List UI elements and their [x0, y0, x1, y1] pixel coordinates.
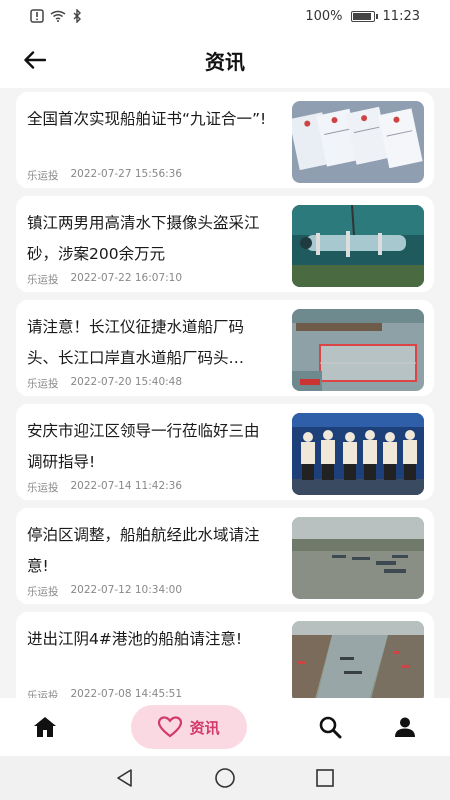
- user-icon: [394, 717, 415, 737]
- system-nav-bar: [0, 756, 450, 800]
- clock-time: 11:23: [382, 8, 420, 24]
- news-card[interactable]: 全国首次实现船舶证书“九证合一”! 乐运投 2022-07-27 15:56:3…: [16, 92, 434, 188]
- news-thumbnail-shipyard-dock: [292, 309, 424, 391]
- news-thumbnail-anchorage-river: [292, 517, 424, 599]
- wifi-icon: [50, 10, 66, 22]
- news-thumbnail-harbor-aerial: [292, 621, 424, 703]
- status-icons-left: [30, 9, 82, 23]
- back-button[interactable]: [18, 44, 52, 76]
- triangle-back-icon: [117, 769, 132, 787]
- page-title: 资讯: [205, 49, 245, 74]
- news-title: 全国首次实现船舶证书“九证合一”!: [27, 110, 267, 128]
- news-meta: 乐运投 2022-07-22 16:07:10: [27, 272, 182, 287]
- news-time: 2022-07-12 10:34:00: [70, 584, 183, 596]
- news-card[interactable]: 安庆市迎江区领导一行莅临好三由调研指导! 乐运投 2022-07-14 11:4…: [16, 404, 434, 500]
- news-card[interactable]: 停泊区调整，船舶航经此水域请注意! 乐运投 2022-07-12 10:34:0…: [16, 508, 434, 604]
- news-card[interactable]: 进出江阴4#港池的船舶请注意! 乐运投 2022-07-08 14:45:51: [16, 612, 434, 708]
- square-recents-icon: [316, 769, 334, 787]
- home-icon: [34, 717, 56, 737]
- bottom-nav: 资讯: [0, 698, 450, 756]
- nav-home[interactable]: [30, 712, 60, 742]
- bluetooth-icon: [73, 9, 81, 23]
- news-title: 停泊区调整，船舶航经此水域请注意!: [27, 526, 260, 575]
- news-source: 乐运投: [27, 586, 59, 598]
- nav-news-label: 资讯: [189, 718, 220, 737]
- arrow-left-icon: [24, 51, 46, 69]
- news-time: 2022-07-20 15:40:48: [70, 376, 183, 388]
- search-icon: [320, 716, 342, 739]
- news-thumbnail-certificates: [292, 101, 424, 183]
- news-source: 乐运投: [27, 482, 59, 494]
- status-bar: 100% 11:23: [0, 0, 450, 32]
- heart-icon: [157, 716, 182, 738]
- news-meta: 乐运投 2022-07-12 10:34:00: [27, 584, 182, 599]
- news-time: 2022-07-22 16:07:10: [70, 272, 183, 284]
- news-source: 乐运投: [27, 274, 59, 286]
- news-card[interactable]: 镇江两男用高清水下摄像头盗采江砂，涉案200余万元 乐运投 2022-07-22…: [16, 196, 434, 292]
- news-card[interactable]: 请注意！长江仪征捷水道船厂码头、长江口岸直水道船厂码头… 乐运投 2022-07…: [16, 300, 434, 396]
- news-thumbnail-underwater-camera: [292, 205, 424, 287]
- nav-search[interactable]: [315, 712, 345, 742]
- circle-home-icon: [215, 768, 235, 788]
- battery-percentage: 100%: [305, 8, 343, 24]
- news-time: 2022-07-14 11:42:36: [70, 480, 183, 492]
- status-icons-right: 100% 11:23: [305, 9, 420, 24]
- alert-icon: [30, 9, 44, 23]
- nav-news-active[interactable]: 资讯: [130, 705, 247, 749]
- battery-icon: [350, 10, 378, 22]
- news-source: 乐运投: [27, 378, 59, 390]
- news-title: 请注意！长江仪征捷水道船厂码头、长江口岸直水道船厂码头…: [27, 318, 245, 367]
- news-meta: 乐运投 2022-07-14 11:42:36: [27, 480, 182, 495]
- news-time: 2022-07-27 15:56:36: [70, 168, 183, 180]
- news-title: 进出江阴4#港池的船舶请注意!: [27, 630, 243, 648]
- news-thumbnail-group-photo: [292, 413, 424, 495]
- news-title: 安庆市迎江区领导一行莅临好三由调研指导!: [27, 422, 260, 471]
- system-home-button[interactable]: [211, 764, 239, 792]
- news-meta: 乐运投 2022-07-20 15:40:48: [27, 376, 182, 391]
- news-list: 全国首次实现船舶证书“九证合一”! 乐运投 2022-07-27 15:56:3…: [16, 92, 434, 716]
- news-meta: 乐运投 2022-07-27 15:56:36: [27, 168, 182, 183]
- system-recents-button[interactable]: [311, 764, 339, 792]
- news-title: 镇江两男用高清水下摄像头盗采江砂，涉案200余万元: [27, 214, 260, 263]
- nav-profile[interactable]: [390, 712, 420, 742]
- news-source: 乐运投: [27, 170, 59, 182]
- system-back-button[interactable]: [111, 764, 139, 792]
- app-header: 资讯: [0, 32, 450, 88]
